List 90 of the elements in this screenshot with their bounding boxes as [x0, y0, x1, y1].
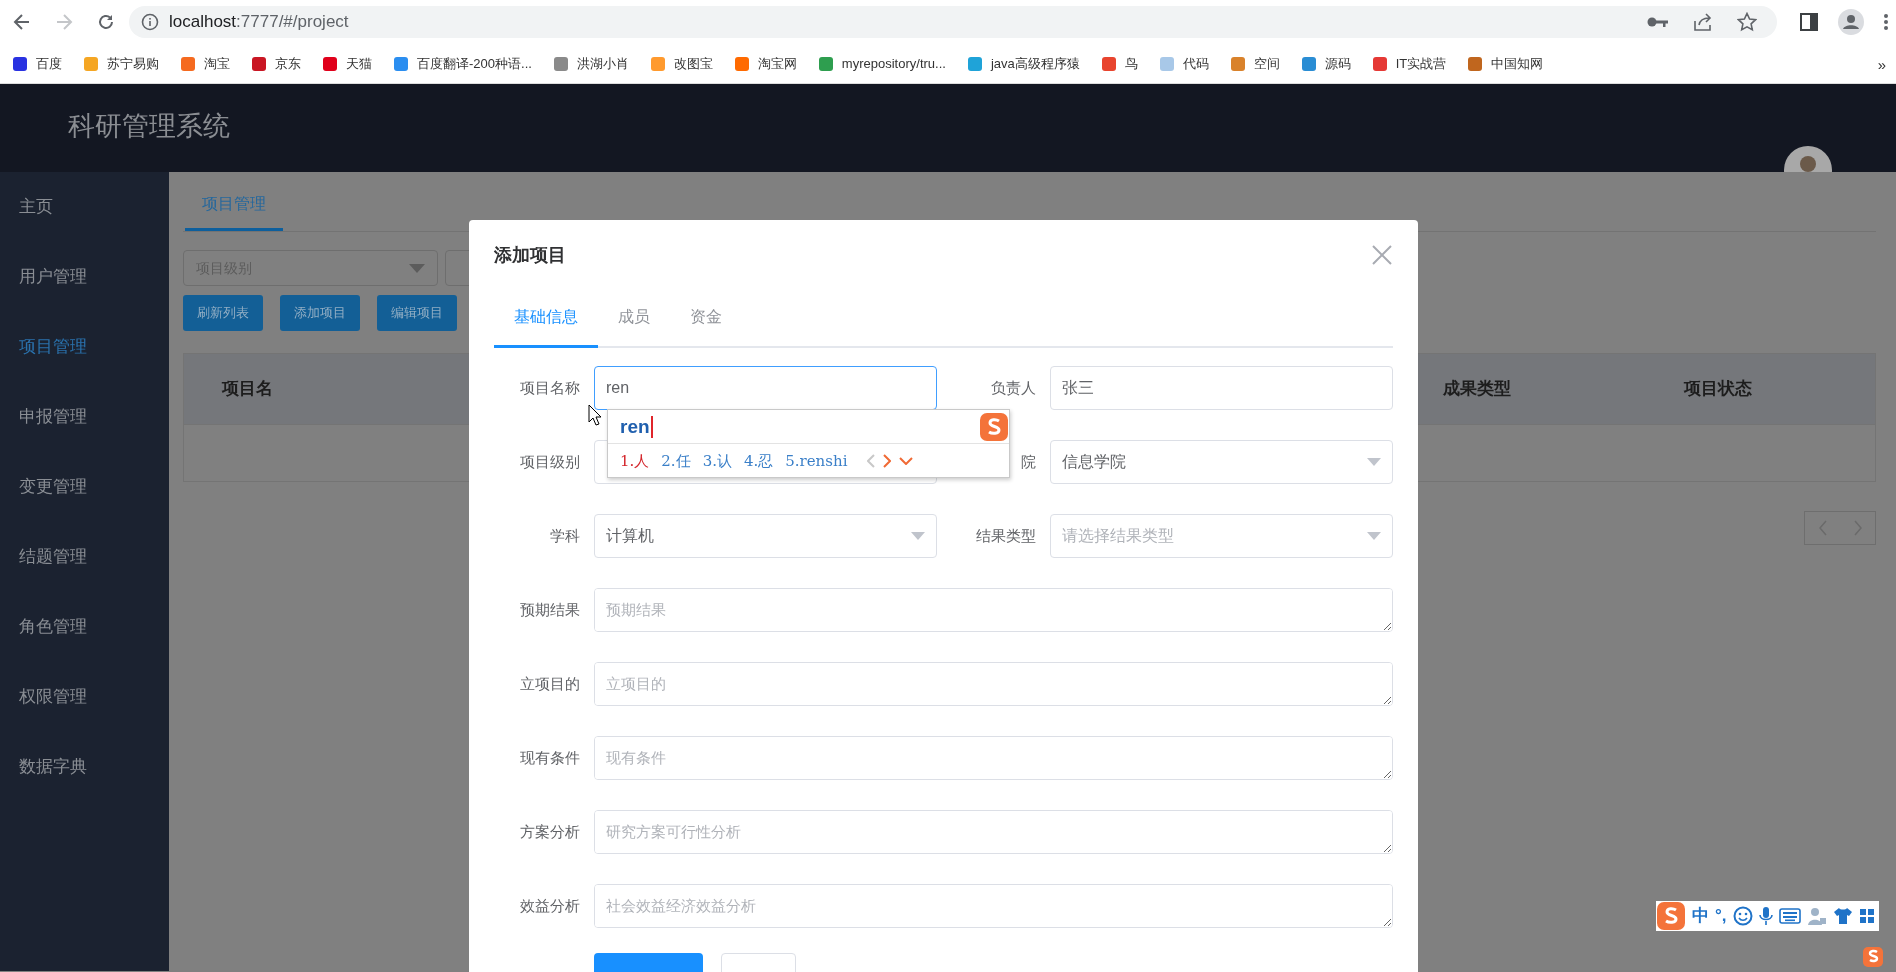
caret-icon — [911, 532, 925, 540]
column-header: 项目名 — [222, 379, 273, 399]
sidebar-item[interactable]: 用户管理 — [0, 242, 169, 312]
dialog-tab[interactable]: 资金 — [670, 305, 742, 348]
sidebar-item[interactable]: 申报管理 — [0, 382, 169, 452]
back-arrow-icon — [13, 13, 31, 31]
dialog-tab[interactable]: 基础信息 — [494, 305, 598, 348]
bookmark-link[interactable]: 淘宝 — [180, 53, 230, 74]
ime-candidate[interactable]: 2.任 — [661, 449, 691, 473]
more-bookmarks-button[interactable]: » — [1877, 54, 1886, 77]
field-label: 效益分析 — [519, 895, 581, 916]
next-page-icon[interactable] — [883, 454, 892, 468]
app-title: 科研管理系统 — [68, 110, 230, 143]
keyboard-icon[interactable] — [1778, 908, 1801, 924]
bookmark-link[interactable]: 空间 — [1229, 53, 1280, 74]
reload-icon — [97, 13, 115, 31]
field-label: 项目名称 — [519, 377, 581, 398]
select-field[interactable]: 信息学院 — [1050, 440, 1393, 484]
side-panel-icon[interactable] — [1800, 13, 1818, 31]
bookmark-link[interactable]: 鸟 — [1100, 53, 1138, 74]
bookmark-link[interactable]: 源码 — [1300, 53, 1351, 74]
caret-icon — [409, 263, 425, 273]
column-header: 项目状态 — [1684, 379, 1752, 399]
caret-icon — [1367, 458, 1381, 466]
text-area[interactable]: 预期结果 — [594, 588, 1393, 632]
bookmark-link[interactable]: 百度 — [12, 53, 62, 74]
bookmark-link[interactable]: 淘宝网 — [733, 53, 797, 74]
field-label: 负责人 — [990, 377, 1037, 398]
field-label: 结果类型 — [975, 525, 1037, 546]
address-bar[interactable]: localhost:7777/#/project — [129, 6, 1777, 38]
profile-icon[interactable] — [1838, 9, 1864, 35]
dialog-tab[interactable]: 成员 — [598, 305, 670, 348]
field-label: 学科 — [549, 525, 581, 546]
bookmark-link[interactable]: IT实战营 — [1371, 53, 1447, 74]
forward-arrow-icon — [55, 13, 73, 31]
ime-candidate[interactable]: 3.认 — [702, 449, 732, 473]
bookmark-link[interactable]: 改图宝 — [649, 53, 713, 74]
ime-candidate[interactable]: 1.人 — [620, 449, 650, 473]
bookmark-link[interactable]: java高级程序猿 — [966, 53, 1080, 74]
sidebar-item[interactable]: 结题管理 — [0, 522, 169, 592]
bookmark-link[interactable]: 代码 — [1158, 53, 1209, 74]
field-label: 预期结果 — [519, 599, 581, 620]
menu-icon[interactable] — [1884, 13, 1888, 31]
ime-mode-toggle[interactable]: 中 — [1692, 903, 1709, 929]
caret-icon — [1367, 532, 1381, 540]
field-label: 方案分析 — [519, 821, 581, 842]
field-label: 院 — [1020, 451, 1037, 472]
text-field[interactable]: ren — [594, 366, 937, 410]
sogou-logo-icon[interactable] — [1862, 946, 1884, 968]
text-area[interactable]: 立项目的 — [594, 662, 1393, 706]
sidebar-item[interactable]: 主页 — [0, 172, 169, 242]
bookmark-link[interactable]: 苏宁易购 — [83, 53, 159, 74]
ime-candidate[interactable]: 5.renshi — [785, 449, 848, 473]
grid-icon[interactable] — [1858, 908, 1875, 924]
toolbar-button[interactable]: 添加项目 — [280, 295, 360, 331]
share-icon[interactable] — [1693, 13, 1713, 31]
select-field[interactable]: 计算机 — [594, 514, 937, 558]
sidebar-item[interactable]: 变更管理 — [0, 452, 169, 522]
dialog-title: 添加项目 — [494, 243, 566, 267]
text-area[interactable]: 现有条件 — [594, 736, 1393, 780]
punctuation-toggle[interactable]: °, — [1715, 903, 1727, 929]
bookmark-link[interactable]: 洪湖小肖 — [552, 53, 629, 74]
bookmark-link[interactable]: 天猫 — [322, 53, 372, 74]
microphone-icon[interactable] — [1758, 906, 1773, 926]
toolbar-button[interactable]: 编辑项目 — [377, 295, 457, 331]
field-label: 现有条件 — [519, 747, 581, 768]
field-label: 立项目的 — [519, 673, 581, 694]
column-header: 成果类型 — [1443, 379, 1511, 399]
bookmark-link[interactable]: 京东 — [251, 53, 301, 74]
text-area[interactable]: 社会效益经济效益分析 — [594, 884, 1393, 928]
sidebar-item[interactable]: 角色管理 — [0, 592, 169, 662]
sidebar-item[interactable]: 权限管理 — [0, 662, 169, 732]
expand-icon[interactable] — [899, 457, 914, 465]
toolbar-button[interactable]: 刷新列表 — [183, 295, 263, 331]
smiley-icon[interactable] — [1732, 906, 1753, 926]
sidebar-item[interactable]: 数据字典 — [0, 732, 169, 802]
info-icon — [141, 13, 159, 31]
text-field[interactable]: 张三 — [1050, 366, 1393, 410]
bookmark-link[interactable]: 百度翻译-200种语... — [393, 53, 532, 74]
bookmark-link[interactable]: 中国知网 — [1467, 53, 1544, 74]
field-label: 项目级别 — [519, 451, 581, 472]
mouse-pointer-icon — [588, 404, 602, 426]
star-icon[interactable] — [1737, 12, 1757, 32]
key-icon[interactable] — [1647, 16, 1669, 28]
ime-candidate[interactable]: 4.忍 — [743, 449, 774, 473]
bookmark-link[interactable]: myrepository/tru... — [817, 53, 946, 74]
sidebar-item[interactable]: 项目管理 — [0, 312, 169, 382]
shirt-icon[interactable] — [1832, 907, 1853, 925]
text-area[interactable]: 研究方案可行性分析 — [594, 810, 1393, 854]
ime-composition: ren — [620, 415, 653, 438]
